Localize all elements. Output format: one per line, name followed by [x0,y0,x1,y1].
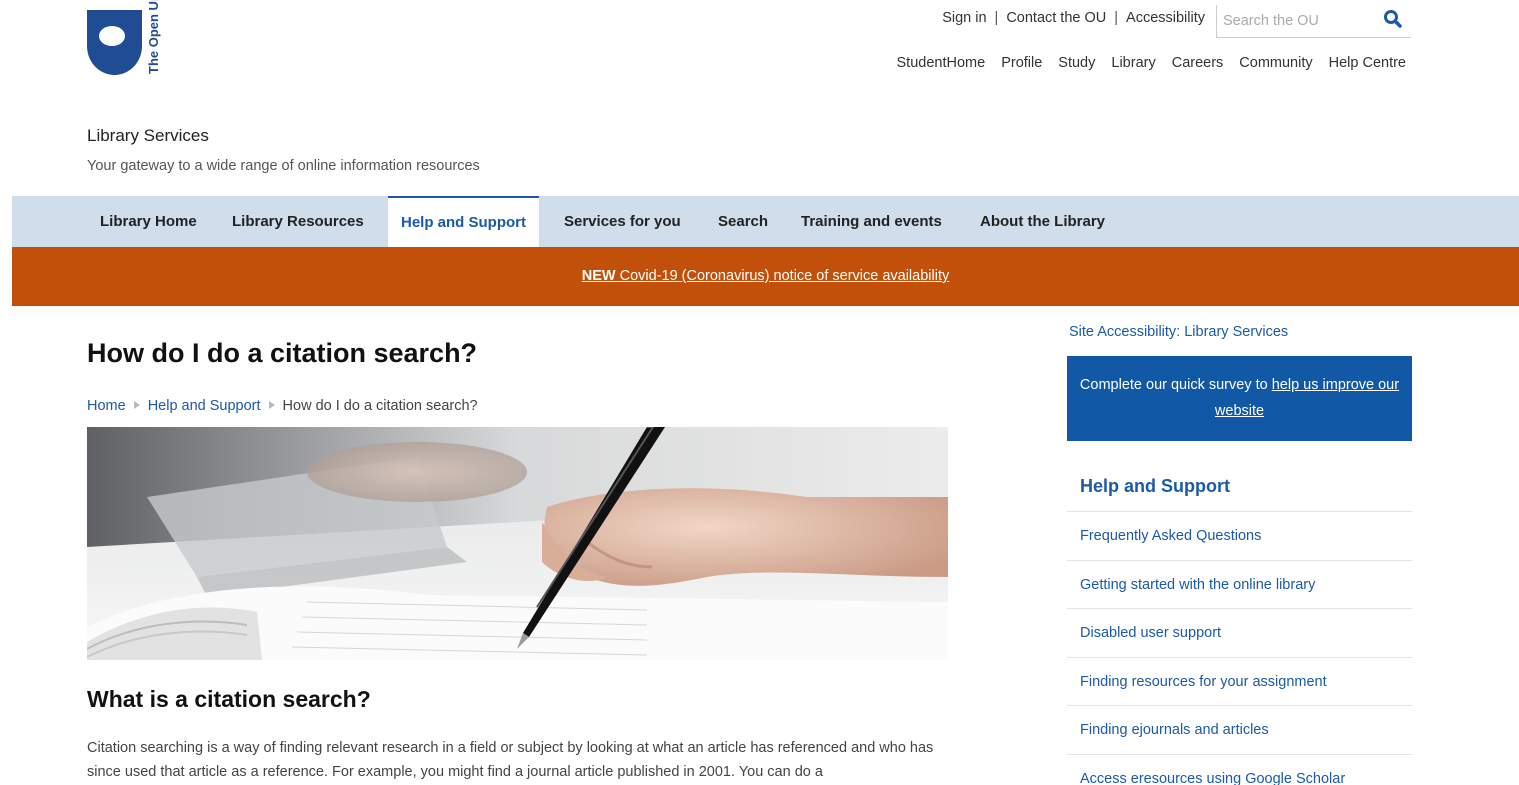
covid-notice-link[interactable]: NEW Covid-19 (Coronavirus) notice of ser… [582,268,949,284]
tab-services-for-you[interactable]: Services for you [551,196,694,247]
nav-library[interactable]: Library [1111,55,1155,71]
tab-about-the-library[interactable]: About the Library [967,196,1118,247]
sidebar-heading[interactable]: Help and Support [1080,476,1230,497]
search-icon[interactable] [1383,9,1403,29]
separator: | [994,10,999,26]
contact-ou-link[interactable]: Contact the OU [1006,10,1106,26]
nav-help-centre[interactable]: Help Centre [1329,55,1406,71]
covid-notice-banner: NEW Covid-19 (Coronavirus) notice of ser… [12,247,1519,306]
sidebar-link[interactable]: Getting started with the online library [1080,577,1315,593]
nav-community[interactable]: Community [1239,55,1312,71]
tab-help-and-support[interactable]: Help and Support [388,196,539,247]
sidebar-item-finding-resources: Finding resources for your assignment [1067,656,1412,706]
page-title: How do I do a citation search? [87,338,478,368]
separator: | [1114,10,1119,26]
nav-profile[interactable]: Profile [1001,55,1042,71]
breadcrumb-home[interactable]: Home [87,398,126,414]
nav-studenthome[interactable]: StudentHome [897,55,986,71]
survey-box: Complete our quick survey to help us imp… [1067,356,1412,441]
hero-image-hand-writing [87,427,948,660]
sidebar-link[interactable]: Access eresources using Google Scholar [1080,771,1345,785]
sidebar-item-finding-ejournals: Finding ejournals and articles [1067,705,1412,754]
sidebar-link[interactable]: Disabled user support [1080,625,1221,641]
sidebar-item-getting-started: Getting started with the online library [1067,559,1412,609]
tab-library-resources[interactable]: Library Resources [219,196,377,247]
accessibility-link[interactable]: Accessibility [1126,10,1205,26]
section-heading: What is a citation search? [87,686,371,712]
logo-wordmark: The Open University [146,0,161,74]
tab-search[interactable]: Search [705,196,781,247]
sidebar-item-disabled-support: Disabled user support [1067,608,1412,657]
breadcrumb-current: How do I do a citation search? [282,398,478,414]
breadcrumb-help-and-support[interactable]: Help and Support [148,398,261,414]
sidebar-menu: Frequently Asked Questions Getting start… [1067,511,1412,785]
intro-paragraph: Citation searching is a way of finding r… [87,740,934,780]
sidebar-link[interactable]: Frequently Asked Questions [1080,528,1261,544]
service-title[interactable]: Library Services [87,126,209,146]
breadcrumb: Home Help and Support How do I do a citati… [87,398,478,414]
sidebar-item-faq: Frequently Asked Questions [1067,511,1412,560]
ou-search [1216,5,1411,38]
tab-training-and-events[interactable]: Training and events [788,196,955,247]
main-nav: StudentHome Profile Study Library Career… [897,55,1406,71]
site-accessibility-link[interactable]: Site Accessibility: Library Services [1069,324,1288,340]
nav-careers[interactable]: Careers [1172,55,1224,71]
survey-text: Complete our quick survey to [1079,377,1272,393]
sign-in-link[interactable]: Sign in [942,10,986,26]
top-links: Sign in | Contact the OU | Accessibility [942,10,1205,26]
sidebar-item-google-scholar: Access eresources using Google Scholar [1067,753,1412,785]
sidebar-link[interactable]: Finding ejournals and articles [1080,722,1269,738]
tab-library-home[interactable]: Library Home [87,196,210,247]
search-input[interactable] [1223,8,1373,34]
breadcrumb-arrow-icon [268,401,275,409]
breadcrumb-arrow-icon [133,401,140,409]
sidebar-link[interactable]: Finding resources for your assignment [1080,674,1327,690]
library-nav-bar: Library Home Library Resources Help and … [12,196,1519,247]
service-subtitle: Your gateway to a wide range of online i… [87,158,480,174]
nav-study[interactable]: Study [1058,55,1095,71]
